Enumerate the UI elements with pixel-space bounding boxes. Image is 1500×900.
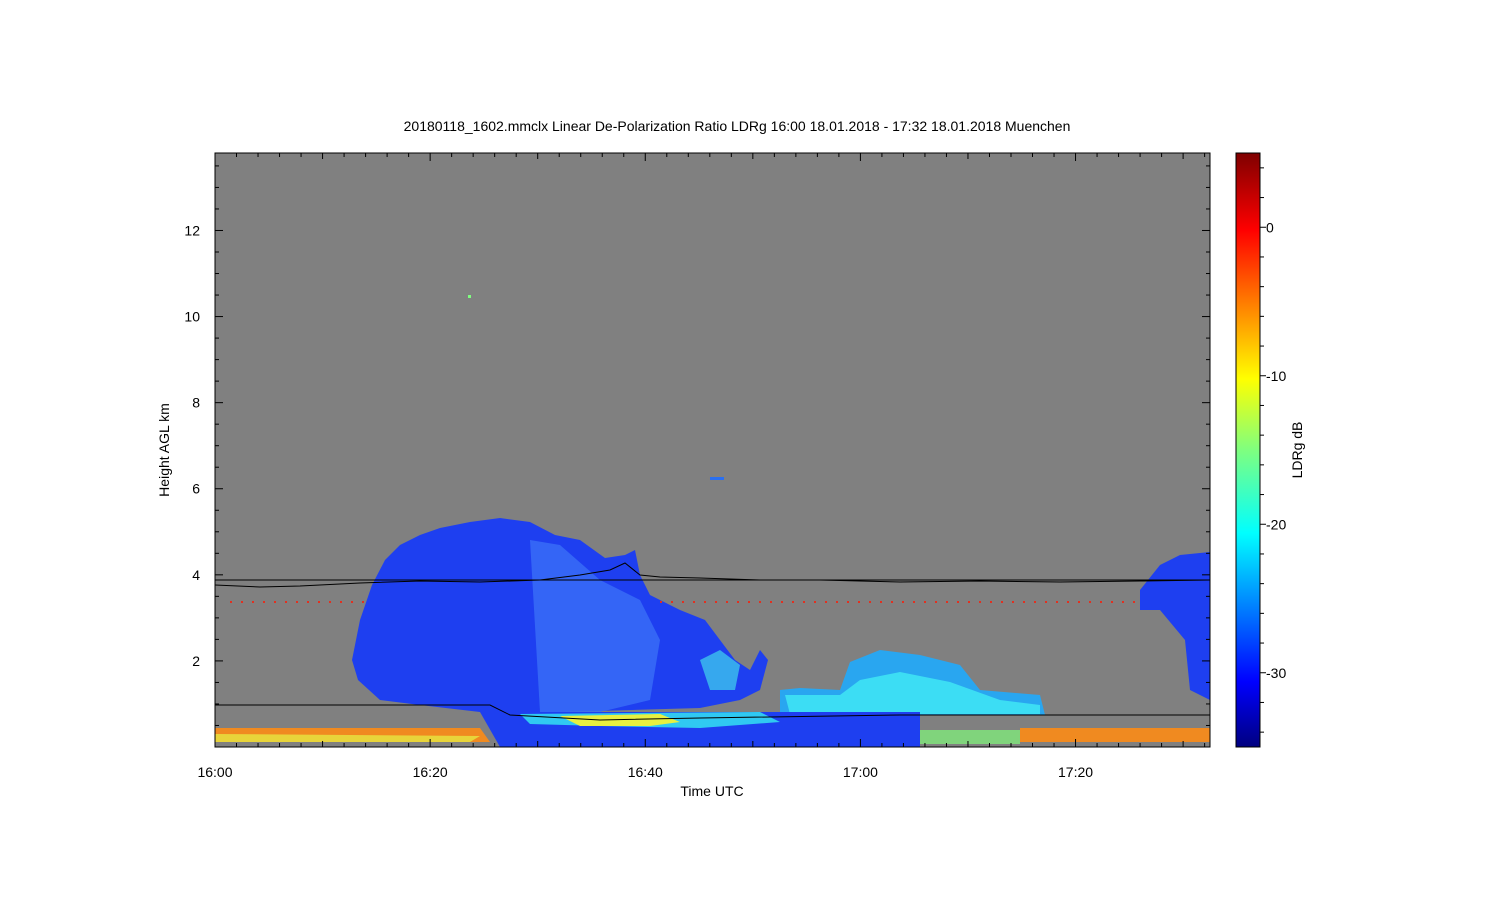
y-tick-label: 12 <box>184 222 200 238</box>
colorbar-label: LDRg dB <box>1289 422 1305 479</box>
surface-clutter-right <box>1020 728 1210 742</box>
chart-title: 20180118_1602.mmclx Linear De-Polarizati… <box>404 118 1071 134</box>
colorbar-tick-label: -20 <box>1266 516 1286 532</box>
colorbar-tick-label: 0 <box>1266 219 1274 235</box>
y-tick-label: 10 <box>184 309 200 325</box>
x-axis-label: Time UTC <box>680 783 743 799</box>
surface-clutter-green <box>920 730 1020 744</box>
x-tick-label: 16:20 <box>413 764 448 780</box>
colorbar <box>1235 152 1261 748</box>
mid-speck <box>710 477 724 480</box>
y-tick-label: 4 <box>192 567 200 583</box>
x-tick-label: 17:00 <box>843 764 878 780</box>
y-tick-label: 2 <box>192 653 200 669</box>
y-tick-label: 6 <box>192 481 200 497</box>
y-tick-label: 8 <box>192 395 200 411</box>
colorbar-tick-label: -10 <box>1266 368 1286 384</box>
x-tick-label: 17:20 <box>1058 764 1093 780</box>
colorbar-axis: 0 -10 -20 -30 <box>1260 167 1286 733</box>
y-axis-label: Height AGL km <box>156 403 172 497</box>
upper-speck <box>468 295 471 298</box>
x-tick-label: 16:00 <box>197 764 232 780</box>
ldr-chart: 20180118_1602.mmclx Linear De-Polarizati… <box>156 118 1305 799</box>
x-tick-label: 16:40 <box>628 764 663 780</box>
colorbar-tick-label: -30 <box>1266 665 1286 681</box>
